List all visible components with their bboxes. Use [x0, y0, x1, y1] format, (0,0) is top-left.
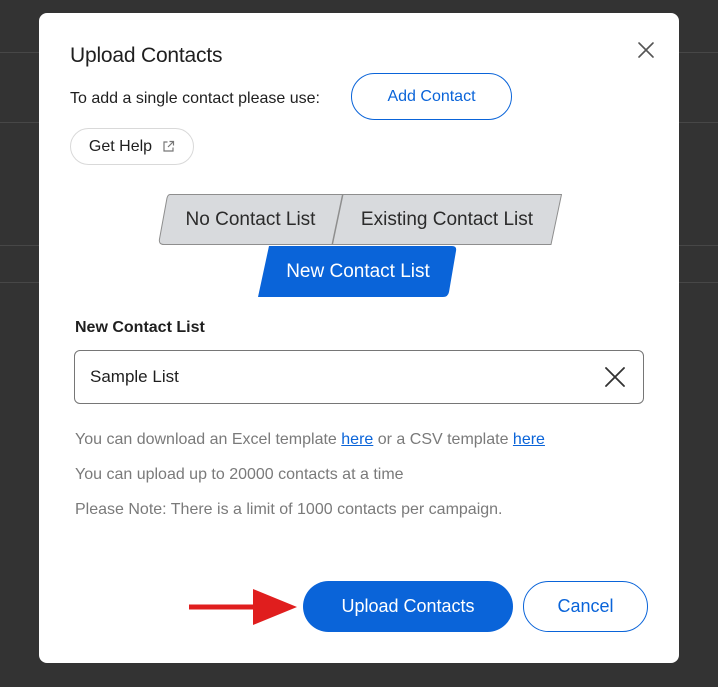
- single-contact-hint: To add a single contact please use:: [70, 90, 320, 107]
- csv-template-link[interactable]: here: [513, 431, 545, 448]
- annotation-arrow-icon: [189, 589, 297, 625]
- template-text-part: or a CSV template: [373, 431, 513, 448]
- get-help-label: Get Help: [88, 137, 153, 155]
- excel-template-link[interactable]: here: [341, 431, 373, 448]
- get-help-button[interactable]: Get Help: [70, 128, 194, 165]
- cancel-button[interactable]: Cancel: [523, 581, 648, 632]
- template-download-text: You can download an Excel template here …: [75, 431, 545, 449]
- external-link-icon: [163, 140, 175, 152]
- segment-label: Existing Contact List: [360, 208, 534, 230]
- segment-label: New Contact List: [286, 260, 430, 282]
- new-contact-list-label: New Contact List: [75, 319, 205, 336]
- clear-icon: [605, 367, 625, 387]
- segment-existing-contact-list[interactable]: Existing Contact List: [332, 194, 562, 245]
- add-contact-button[interactable]: Add Contact: [351, 73, 512, 120]
- new-contact-list-input[interactable]: [90, 351, 590, 403]
- segment-no-contact-list[interactable]: No Contact List: [158, 194, 343, 245]
- close-button[interactable]: [634, 38, 658, 62]
- dialog-title: Upload Contacts: [70, 44, 223, 67]
- campaign-limit-note: Please Note: There is a limit of 1000 co…: [75, 501, 503, 518]
- close-icon: [638, 42, 654, 58]
- new-contact-list-field: [74, 350, 644, 404]
- upload-contacts-dialog: Upload Contacts To add a single contact …: [39, 13, 679, 663]
- segment-new-contact-list[interactable]: New Contact List: [258, 246, 458, 297]
- segment-label: No Contact List: [185, 208, 316, 230]
- upload-contacts-button[interactable]: Upload Contacts: [303, 581, 513, 632]
- upload-limit-text: You can upload up to 20000 contacts at a…: [75, 466, 404, 483]
- template-text-part: You can download an Excel template: [75, 431, 342, 448]
- clear-input-button[interactable]: [602, 364, 628, 390]
